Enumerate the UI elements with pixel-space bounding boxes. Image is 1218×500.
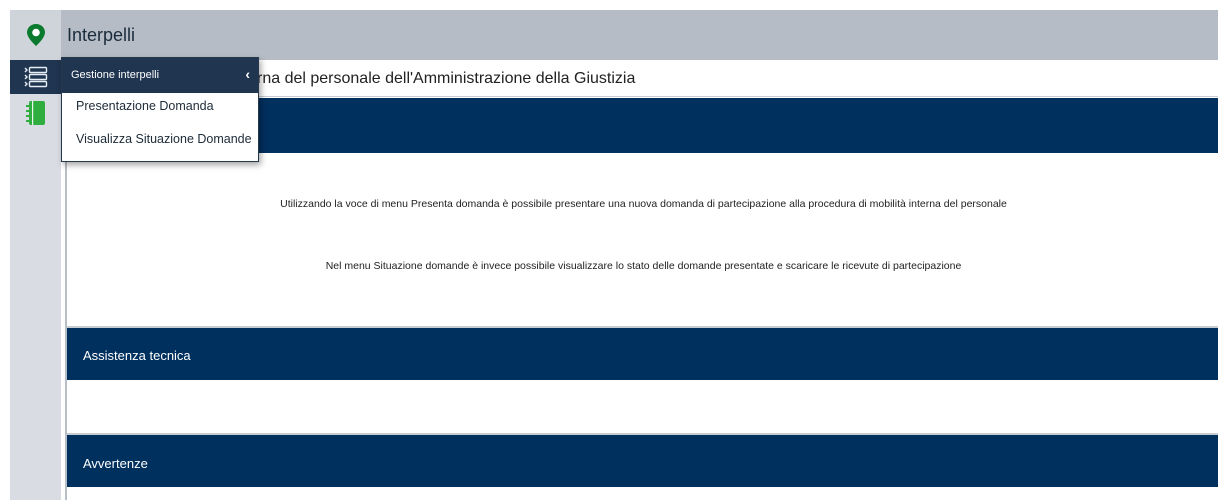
notebook-icon [25,101,45,125]
section-title-assistenza: Assistenza tecnica [83,348,191,363]
section-band-avvertenze: Avvertenze [67,435,1218,487]
side-rail [10,10,61,500]
menu-item-visualizza-situazione-domande[interactable]: Visualizza Situazione Domande [76,132,252,146]
info-line-2: Nel menu Situazione domande è invece pos… [325,260,962,272]
section-title-avvertenze: Avvertenze [83,456,148,471]
page-subtitle: rna del personale dell'Amministrazione d… [257,70,636,87]
info-line-1: Utilizzando la voce di menu Presenta dom… [280,198,1007,210]
menu-header[interactable]: Gestione interpelli ‹ [62,58,258,93]
top-bar: Interpelli [61,10,1218,60]
menu-toggle-button[interactable] [10,60,61,94]
gestione-interpelli-menu: Gestione interpelli ‹ Presentazione Doma… [61,57,259,162]
menu-header-label: Gestione interpelli [71,69,160,81]
chevron-left-icon[interactable]: ‹ [245,66,250,82]
notebook-button[interactable] [10,96,61,130]
map-pin-icon [26,24,45,46]
app-title: Interpelli [67,25,136,45]
list-menu-icon [24,66,47,88]
menu-item-presentazione-domanda[interactable]: Presentazione Domanda [76,99,214,113]
section-band-assistenza: Assistenza tecnica [67,328,1218,380]
rail-logo[interactable] [10,10,61,60]
